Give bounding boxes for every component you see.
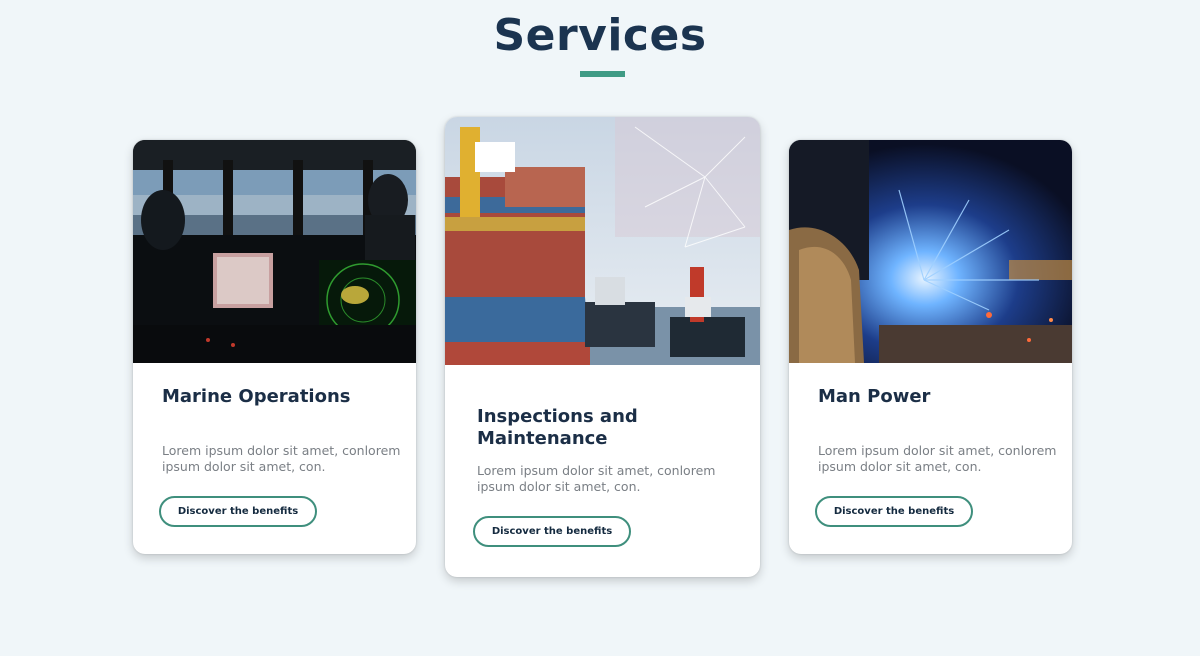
service-card-man-power: Man Power Lorem ipsum dolor sit amet, co… <box>789 140 1072 554</box>
service-card-marine-operations: Marine Operations Lorem ipsum dolor sit … <box>133 140 416 554</box>
card-title: Man Power <box>818 386 931 407</box>
cargo-ship-photo <box>445 117 760 365</box>
discover-benefits-button[interactable]: Discover the benefits <box>159 496 317 527</box>
section-title: Services <box>493 10 707 61</box>
service-card-inspections-maintenance: Inspections and Maintenance Lorem ipsum … <box>445 117 760 577</box>
card-description: Lorem ipsum dolor sit amet, conlorem ips… <box>162 443 401 474</box>
discover-benefits-button[interactable]: Discover the benefits <box>473 516 631 547</box>
title-underline <box>580 71 625 77</box>
ship-bridge-photo <box>133 140 416 363</box>
card-description: Lorem ipsum dolor sit amet, conlorem ips… <box>477 463 716 494</box>
card-title: Marine Operations <box>162 386 351 407</box>
card-title: Inspections and Maintenance <box>477 406 638 449</box>
discover-benefits-button[interactable]: Discover the benefits <box>815 496 973 527</box>
welding-photo <box>789 140 1072 363</box>
card-description: Lorem ipsum dolor sit amet, conlorem ips… <box>818 443 1057 474</box>
